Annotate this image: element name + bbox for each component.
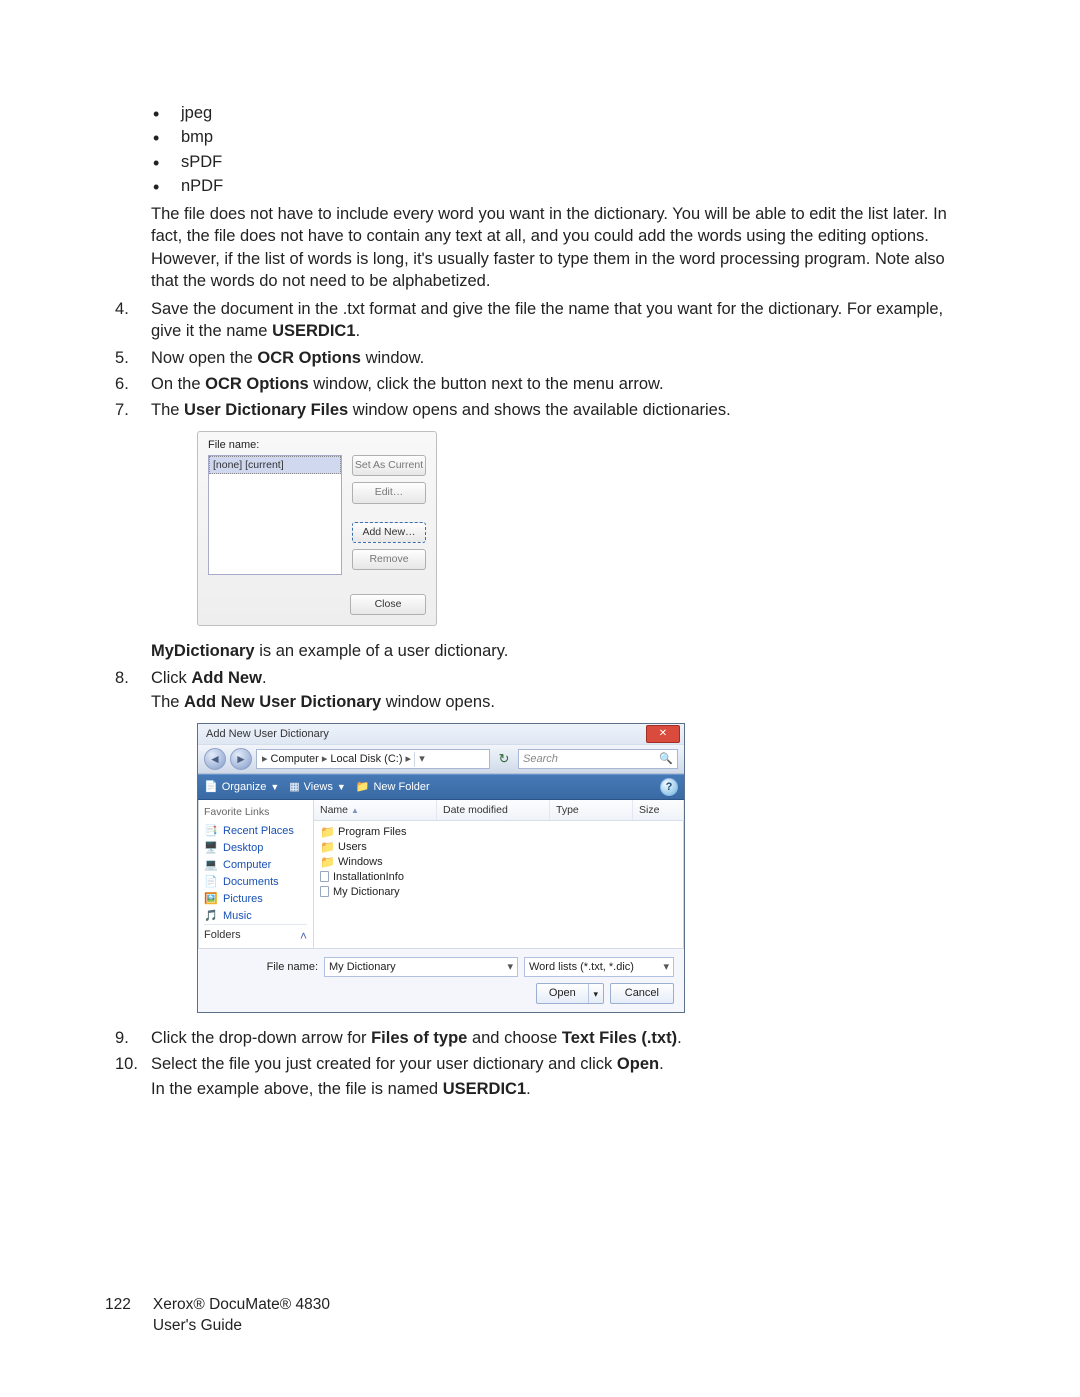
close-button[interactable]: Close: [350, 594, 426, 615]
paragraph-after-bullets: The file does not have to include every …: [151, 203, 975, 292]
open-button[interactable]: Open ▾: [536, 983, 604, 1004]
remove-button[interactable]: Remove: [352, 549, 426, 570]
back-button[interactable]: ◄: [204, 748, 226, 770]
nav-computer[interactable]: 💻Computer: [204, 858, 307, 873]
step-7: The User Dictionary Files window opens a…: [105, 399, 975, 663]
bullet-item: sPDF: [153, 151, 975, 173]
file-name-label: File name:: [208, 960, 318, 975]
guide-name: User's Guide: [153, 1316, 330, 1337]
set-as-current-button[interactable]: Set As Current: [352, 455, 426, 476]
help-icon[interactable]: ?: [660, 778, 678, 796]
file-type-filter[interactable]: Word lists (*.txt, *.dic)▾: [524, 957, 674, 977]
step-5: Now open the OCR Options window.: [105, 347, 975, 369]
file-name-field[interactable]: My Dictionary▾: [324, 957, 518, 977]
step-8: Click Add New. The Add New User Dictiona…: [105, 667, 975, 1013]
breadcrumb-dropdown-icon[interactable]: ▾: [414, 752, 429, 767]
mydictionary-note: MyDictionary is an example of a user dic…: [151, 640, 975, 662]
dialog-title: Add New User Dictionary: [202, 727, 646, 742]
open-dropdown-icon[interactable]: ▾: [589, 984, 603, 1003]
step-4: Save the document in the .txt format and…: [105, 298, 975, 343]
step-6: On the OCR Options window, click the but…: [105, 373, 975, 395]
step-10: Select the file you just created for you…: [105, 1053, 975, 1100]
file-list[interactable]: 📁Program Files 📁Users 📁Windows Installat…: [314, 821, 684, 902]
product-name: Xerox® DocuMate® 4830: [153, 1295, 330, 1316]
chevron-up-icon: ˄: [300, 928, 307, 944]
views-menu[interactable]: ▦ Views ▼: [289, 780, 345, 795]
organize-menu[interactable]: 📄 Organize ▼: [204, 780, 279, 795]
dictionary-list-item-selected[interactable]: [none] [current]: [209, 456, 341, 474]
page-number: 122: [105, 1295, 131, 1337]
column-name[interactable]: Name▲: [314, 800, 437, 820]
nav-documents[interactable]: 📄Documents: [204, 875, 307, 890]
folders-toggle[interactable]: Folders ˄: [204, 924, 307, 944]
step-9: Click the drop-down arrow for Files of t…: [105, 1027, 975, 1049]
column-date-modified[interactable]: Date modified: [437, 800, 550, 820]
add-new-user-dictionary-dialog: Add New User Dictionary ✕ ◄ ► ▸ Computer…: [197, 723, 685, 1013]
page-footer: 122 Xerox® DocuMate® 4830 User's Guide: [105, 1295, 330, 1337]
column-size[interactable]: Size: [633, 800, 684, 820]
nav-music[interactable]: 🎵Music: [204, 909, 307, 924]
file-name-label: File name:: [208, 438, 426, 453]
folder-item[interactable]: 📁Program Files: [320, 824, 678, 839]
search-icon: 🔍: [659, 752, 673, 767]
new-folder-button[interactable]: 📁 New Folder: [356, 780, 430, 795]
breadcrumb-computer[interactable]: Computer: [271, 752, 319, 767]
folder-item[interactable]: 📁Users: [320, 839, 678, 854]
column-type[interactable]: Type: [550, 800, 633, 820]
forward-button[interactable]: ►: [230, 748, 252, 770]
bullet-item: jpeg: [153, 102, 975, 124]
file-item[interactable]: InstallationInfo: [320, 869, 678, 884]
edit-button[interactable]: Edit…: [352, 482, 426, 503]
breadcrumb-local-disk[interactable]: Local Disk (C:): [330, 752, 402, 767]
folder-item[interactable]: 📁Windows: [320, 854, 678, 869]
nav-desktop[interactable]: 🖥️Desktop: [204, 841, 307, 856]
bullet-item: nPDF: [153, 175, 975, 197]
nav-recent-places[interactable]: 📑Recent Places: [204, 824, 307, 839]
add-new-button[interactable]: Add New…: [352, 522, 426, 543]
nav-pictures[interactable]: 🖼️Pictures: [204, 892, 307, 907]
refresh-icon[interactable]: ↻: [494, 750, 514, 768]
breadcrumb[interactable]: ▸ Computer ▸ Local Disk (C:) ▸ ▾: [256, 749, 490, 769]
search-input[interactable]: Search 🔍: [518, 749, 678, 769]
file-item[interactable]: My Dictionary: [320, 884, 678, 899]
cancel-button[interactable]: Cancel: [610, 983, 674, 1004]
bullet-item: bmp: [153, 126, 975, 148]
window-close-button[interactable]: ✕: [646, 725, 680, 743]
favorite-links-header: Favorite Links: [204, 805, 307, 819]
dictionary-listbox[interactable]: [none] [current]: [208, 455, 342, 575]
user-dictionary-files-dialog: File name: [none] [current] Set As Curre…: [197, 431, 437, 626]
